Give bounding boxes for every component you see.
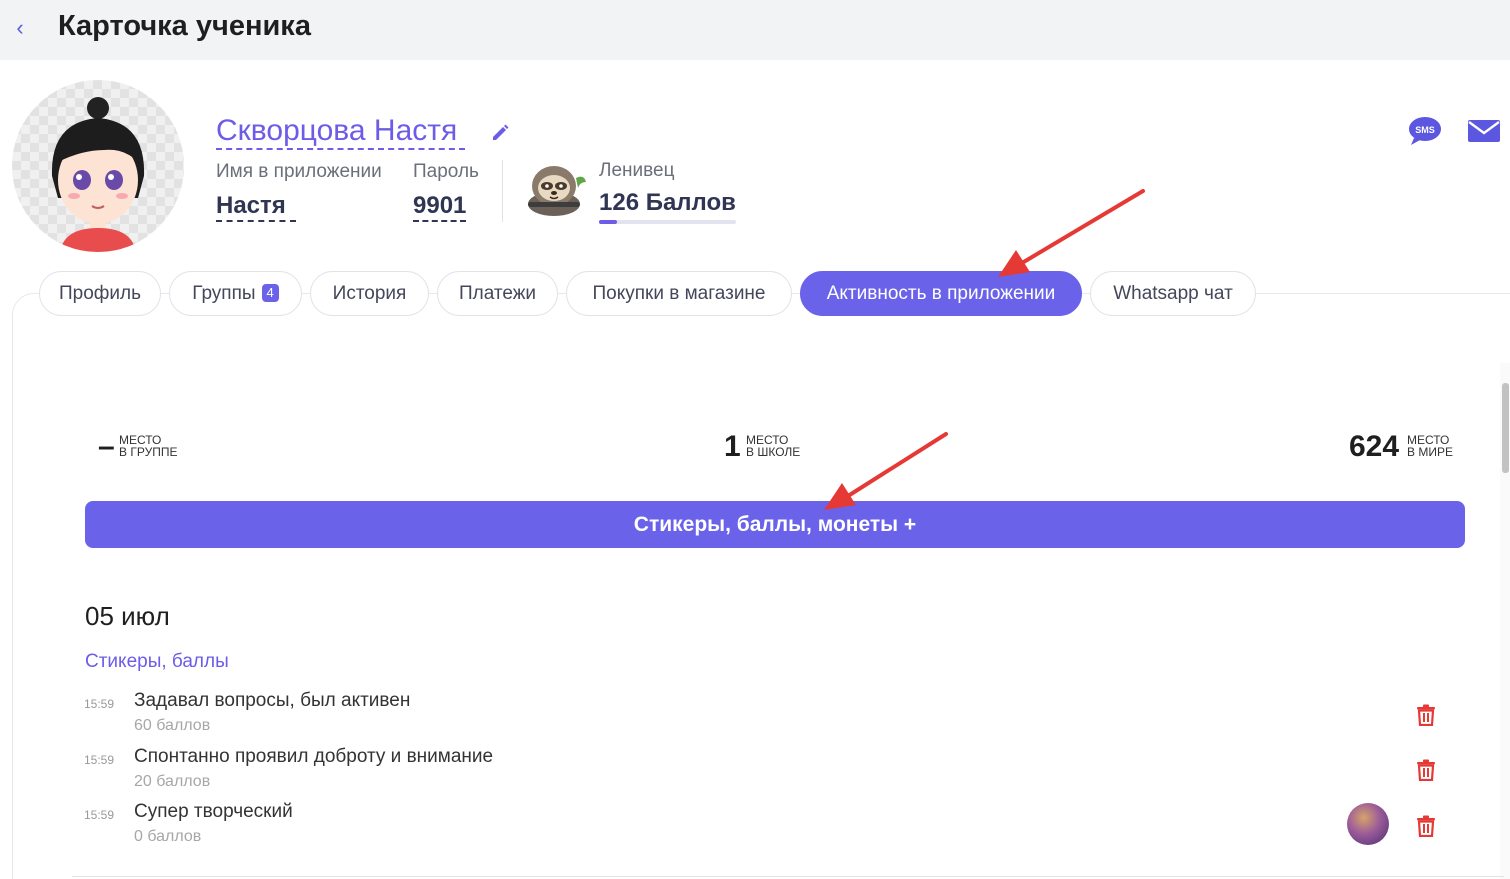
- points-progress-bar: [599, 220, 736, 224]
- tab-label: Платежи: [458, 283, 537, 304]
- back-button[interactable]: ‹: [8, 14, 32, 42]
- student-name[interactable]: Скворцова Настя: [216, 114, 466, 150]
- activity-section-title: Стикеры, баллы: [85, 651, 229, 672]
- activity-item-text: Супер творческий: [134, 801, 293, 822]
- rank-school-value: 1: [724, 430, 741, 463]
- tab-whatsapp-chat[interactable]: Whatsapp чат: [1090, 271, 1256, 316]
- groups-count-badge: 4: [261, 284, 279, 302]
- rank-world-caption-2: в мире: [1407, 445, 1453, 459]
- student-avatar[interactable]: [12, 80, 184, 252]
- tab-label: Активность в приложении: [826, 283, 1056, 304]
- activity-item-time: 15:59: [84, 753, 115, 767]
- tab-label: Профиль: [58, 283, 142, 304]
- chevron-left-icon: ‹: [16, 15, 24, 40]
- level-name: Ленивец: [599, 160, 675, 181]
- tab-label: Группы: [192, 283, 256, 304]
- tab-label: Покупки в магазине: [592, 283, 766, 304]
- activity-item-time: 15:59: [84, 697, 115, 711]
- add-stickers-points-coins-button[interactable]: Стикеры, баллы, монеты +: [85, 501, 1465, 548]
- points-progress-fill: [599, 220, 617, 224]
- tab-history[interactable]: История: [310, 271, 429, 316]
- rank-world-value: 624: [1349, 430, 1400, 463]
- page-title: Карточка ученика: [58, 10, 311, 42]
- rank-group-value: –: [98, 430, 115, 463]
- activity-item-points: 60 баллов: [134, 717, 211, 734]
- trash-icon[interactable]: [1416, 704, 1436, 726]
- tab-app-activity[interactable]: Активность в приложении: [800, 271, 1082, 316]
- scrollbar-thumb[interactable]: [1502, 383, 1509, 473]
- trash-icon[interactable]: [1416, 815, 1436, 837]
- pencil-icon[interactable]: [490, 122, 510, 142]
- teacher-avatar[interactable]: [1347, 803, 1389, 845]
- activity-item-time: 15:59: [84, 808, 115, 822]
- rank-group-caption-2: в группе: [119, 445, 178, 459]
- activity-item-points: 20 баллов: [134, 773, 211, 790]
- activity-item-text: Задавал вопросы, был активен: [134, 690, 411, 711]
- divider: [502, 160, 503, 222]
- tab-label: История: [332, 283, 407, 304]
- app-name-value[interactable]: Настя: [216, 192, 296, 222]
- list-divider: [72, 876, 1504, 877]
- activity-item-points: 0 баллов: [134, 828, 202, 845]
- password-label: Пароль: [413, 161, 479, 182]
- arrow-to-tab-line: [1020, 189, 1145, 265]
- tab-profile[interactable]: Профиль: [39, 271, 161, 316]
- tab-label: Whatsapp чат: [1113, 283, 1233, 304]
- mail-icon[interactable]: [1467, 119, 1501, 143]
- tab-payments[interactable]: Платежи: [437, 271, 558, 316]
- sms-icon[interactable]: SMS: [1408, 116, 1442, 146]
- top-bar: ‹ Карточка ученика: [0, 0, 1510, 60]
- points-text: 126 Баллов: [599, 189, 736, 216]
- content-panel: [12, 293, 1510, 879]
- rank-school-caption-2: в школе: [746, 445, 801, 459]
- avatar-girl-icon: [51, 97, 145, 252]
- tab-groups[interactable]: Группы 4: [169, 271, 302, 316]
- sloth-icon: [528, 166, 586, 216]
- trash-icon[interactable]: [1416, 759, 1436, 781]
- activity-date-heading: 05 июл: [85, 601, 170, 631]
- app-name-label: Имя в приложении: [216, 161, 382, 182]
- sms-icon-label: SMS: [1415, 125, 1435, 135]
- activity-item-text: Спонтанно проявил доброту и внимание: [134, 746, 494, 767]
- tab-shop-purchases[interactable]: Покупки в магазине: [566, 271, 792, 316]
- password-value[interactable]: 9901: [413, 192, 467, 222]
